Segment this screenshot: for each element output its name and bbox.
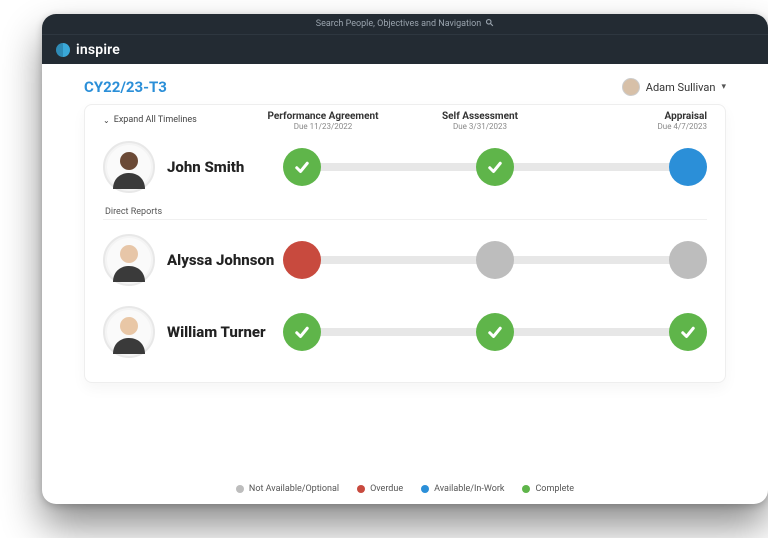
person-cell: John Smith <box>103 141 283 193</box>
legend-item: Overdue <box>357 484 403 494</box>
legend-item: Complete <box>522 484 574 494</box>
rows-container: John Smith Direct Reports Alyssa Johnson… <box>103 131 707 368</box>
stage-title: Appraisal <box>567 111 707 122</box>
search-placeholder: Search People, Objectives and Navigation <box>316 19 482 29</box>
stage-headers: Performance Agreement Due 11/23/2022 Self… <box>253 111 707 131</box>
brand-name: inspire <box>76 42 120 58</box>
status-node-overdue[interactable] <box>283 241 321 279</box>
legend-label: Overdue <box>370 484 403 494</box>
legend-item: Not Available/Optional <box>236 484 339 494</box>
person-name: William Turner <box>167 323 266 341</box>
person-name: Alyssa Johnson <box>167 251 274 269</box>
user-avatar-icon <box>622 78 640 96</box>
period-title[interactable]: CY22/23-T3 <box>84 78 167 96</box>
status-node-complete[interactable] <box>283 148 321 186</box>
chevron-down-icon: ▾ <box>721 82 726 92</box>
status-node-na[interactable] <box>476 241 514 279</box>
legend-label: Not Available/Optional <box>249 484 339 494</box>
stage-due: Due 11/23/2022 <box>253 122 393 131</box>
timeline <box>283 240 707 280</box>
stage-title: Self Assessment <box>410 111 550 122</box>
stage-title: Performance Agreement <box>253 111 393 122</box>
person-avatar <box>103 234 155 286</box>
stage-header: Performance Agreement Due 11/23/2022 <box>253 111 393 131</box>
legend-item: Available/In-Work <box>421 484 504 494</box>
chevron-down-icon: ⌄ <box>103 116 110 125</box>
card-header: ⌄ Expand All Timelines Performance Agree… <box>103 111 707 131</box>
person-name: John Smith <box>167 158 244 176</box>
person-cell: Alyssa Johnson <box>103 234 283 286</box>
stage-due: Due 4/7/2023 <box>567 122 707 131</box>
timeline <box>283 312 707 352</box>
main-content: CY22/23-T3 Adam Sullivan ▾ ⌄ Expand All … <box>42 64 768 383</box>
legend-dot-icon <box>357 485 365 493</box>
stage-due: Due 3/31/2023 <box>410 122 550 131</box>
direct-reports-label: Direct Reports <box>103 203 707 220</box>
stage-header: Appraisal Due 4/7/2023 <box>567 111 707 131</box>
expand-label: Expand All Timelines <box>114 115 197 125</box>
status-node-complete[interactable] <box>669 313 707 351</box>
legend-dot-icon <box>421 485 429 493</box>
person-cell: William Turner <box>103 306 283 358</box>
status-node-complete[interactable] <box>476 148 514 186</box>
user-menu[interactable]: Adam Sullivan ▾ <box>622 78 726 96</box>
legend-label: Complete <box>535 484 574 494</box>
page-header: CY22/23-T3 Adam Sullivan ▾ <box>84 78 726 96</box>
legend-dot-icon <box>522 485 530 493</box>
brand-logo-icon <box>56 43 70 57</box>
person-avatar <box>103 306 155 358</box>
timeline <box>283 147 707 187</box>
person-row[interactable]: William Turner <box>103 296 707 368</box>
brand-bar: inspire <box>42 34 768 64</box>
expand-all-toggle[interactable]: ⌄ Expand All Timelines <box>103 111 253 125</box>
status-node-complete[interactable] <box>476 313 514 351</box>
global-search-bar[interactable]: Search People, Objectives and Navigation <box>42 14 768 34</box>
person-row[interactable]: Alyssa Johnson <box>103 224 707 296</box>
legend: Not Available/Optional Overdue Available… <box>42 484 768 494</box>
legend-label: Available/In-Work <box>434 484 504 494</box>
timeline-card: ⌄ Expand All Timelines Performance Agree… <box>84 104 726 383</box>
person-avatar <box>103 141 155 193</box>
user-name: Adam Sullivan <box>646 81 716 94</box>
status-node-na[interactable] <box>669 241 707 279</box>
app-window: Search People, Objectives and Navigation… <box>42 14 768 504</box>
status-node-inwork[interactable] <box>669 148 707 186</box>
search-icon <box>485 18 494 30</box>
status-node-complete[interactable] <box>283 313 321 351</box>
stage-header: Self Assessment Due 3/31/2023 <box>410 111 550 131</box>
legend-dot-icon <box>236 485 244 493</box>
person-row[interactable]: John Smith <box>103 131 707 203</box>
